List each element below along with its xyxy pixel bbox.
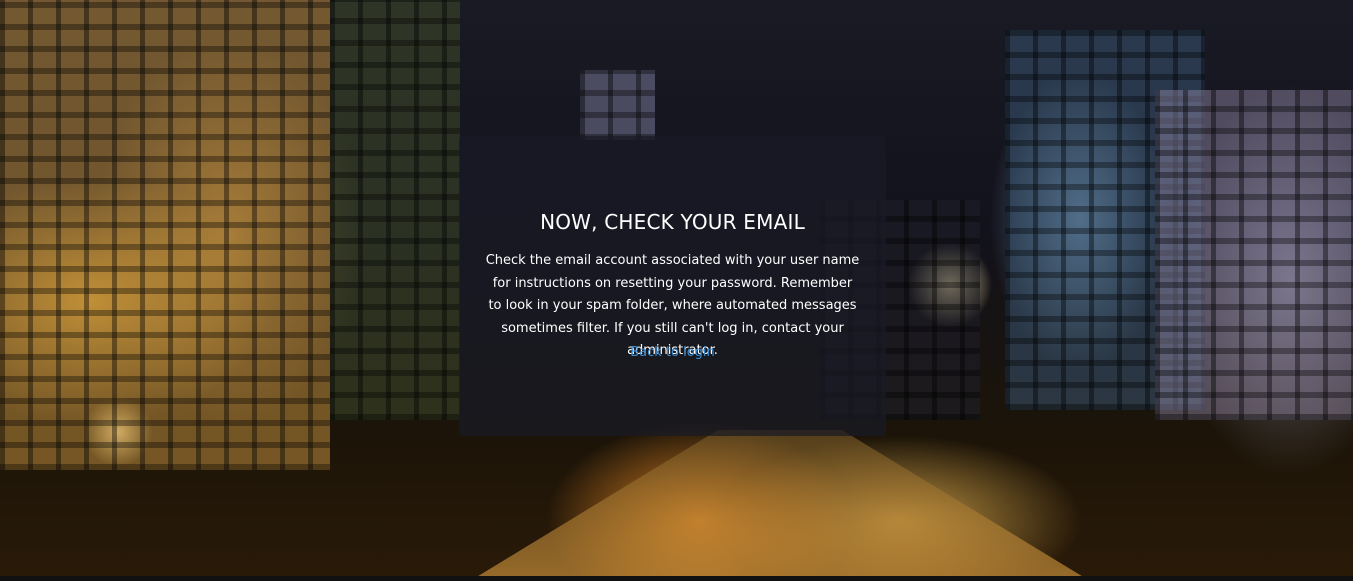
background-building-center <box>580 70 655 140</box>
bottom-edge-strip <box>0 576 1353 581</box>
background-building-left-middle <box>330 0 460 420</box>
background-building-right <box>1155 90 1353 420</box>
check-email-panel: NOW, CHECK YOUR EMAIL Check the email ac… <box>459 136 886 436</box>
background-highway <box>470 430 1090 581</box>
panel-title: NOW, CHECK YOUR EMAIL <box>540 210 805 234</box>
login-page: NOW, CHECK YOUR EMAIL Check the email ac… <box>0 0 1353 581</box>
background-building-left <box>0 0 330 470</box>
back-to-login-link[interactable]: Back to login <box>459 345 886 360</box>
